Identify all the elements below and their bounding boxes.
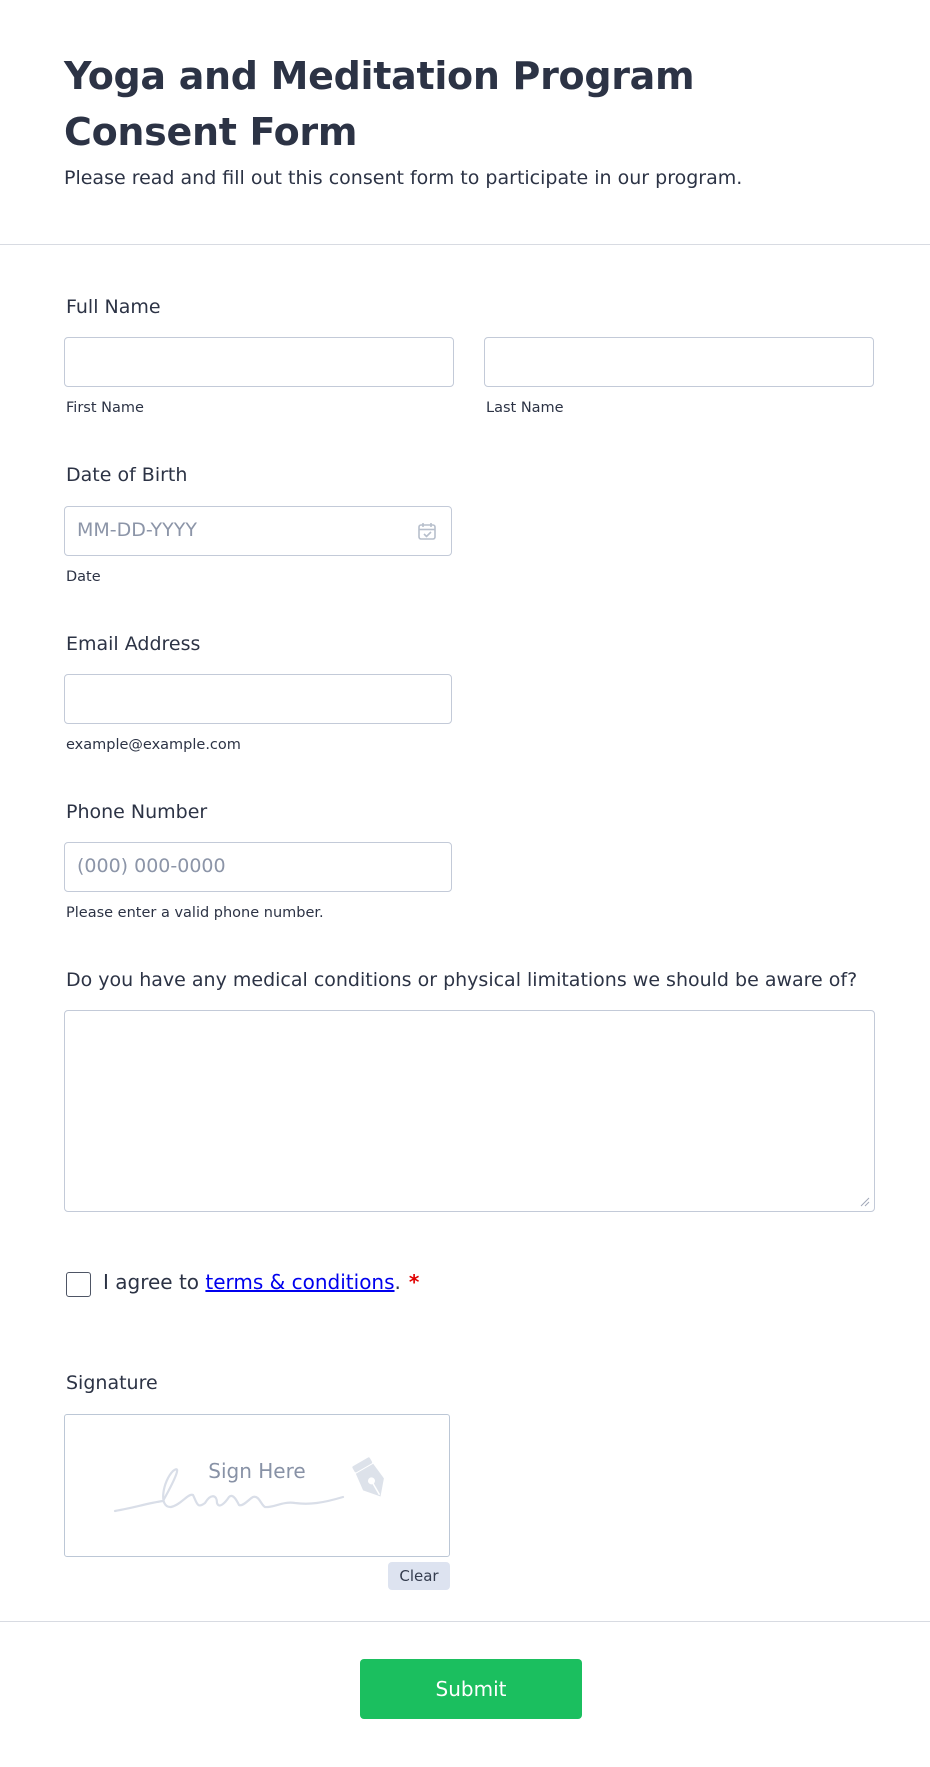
- terms-label: I agree to terms & conditions. *: [103, 1270, 419, 1294]
- dob-placeholder: MM-DD-YYYY: [77, 519, 197, 541]
- signature-pad[interactable]: Sign Here: [64, 1414, 450, 1557]
- signature-label: Signature: [66, 1372, 158, 1394]
- resize-handle-icon[interactable]: [860, 1197, 870, 1207]
- phone-placeholder: (000) 000-0000: [77, 855, 226, 877]
- phone-label: Phone Number: [66, 801, 208, 823]
- email-sublabel: example@example.com: [66, 737, 241, 753]
- phone-input[interactable]: (000) 000-0000: [64, 842, 452, 892]
- last-name-input[interactable]: [484, 337, 874, 387]
- first-name-input[interactable]: [64, 337, 454, 387]
- terms-checkbox[interactable]: [66, 1272, 91, 1297]
- medical-label: Do you have any medical conditions or ph…: [66, 969, 858, 991]
- page-subtitle: Please read and fill out this consent fo…: [64, 167, 743, 189]
- dob-input[interactable]: MM-DD-YYYY: [64, 506, 452, 556]
- submit-button[interactable]: Submit: [360, 1659, 582, 1719]
- terms-link[interactable]: terms & conditions: [205, 1270, 394, 1294]
- email-label: Email Address: [66, 633, 201, 655]
- page-title: Yoga and Meditation Program Consent Form: [64, 54, 695, 154]
- terms-suffix: .: [394, 1270, 401, 1294]
- last-name-sublabel: Last Name: [486, 400, 564, 416]
- phone-sublabel: Please enter a valid phone number.: [66, 905, 324, 921]
- full-name-label: Full Name: [66, 296, 161, 318]
- medical-textarea[interactable]: [64, 1010, 875, 1212]
- dob-sublabel: Date: [66, 569, 101, 585]
- required-mark: *: [408, 1270, 420, 1294]
- dob-label: Date of Birth: [66, 464, 188, 486]
- calendar-icon[interactable]: [417, 521, 437, 541]
- terms-prefix: I agree to: [103, 1270, 200, 1294]
- pen-nib-icon: [352, 1457, 384, 1497]
- email-input[interactable]: [64, 674, 452, 724]
- clear-signature-button[interactable]: Clear: [388, 1562, 450, 1590]
- form-header: Yoga and Meditation Program Consent Form…: [0, 0, 930, 245]
- first-name-sublabel: First Name: [66, 400, 144, 416]
